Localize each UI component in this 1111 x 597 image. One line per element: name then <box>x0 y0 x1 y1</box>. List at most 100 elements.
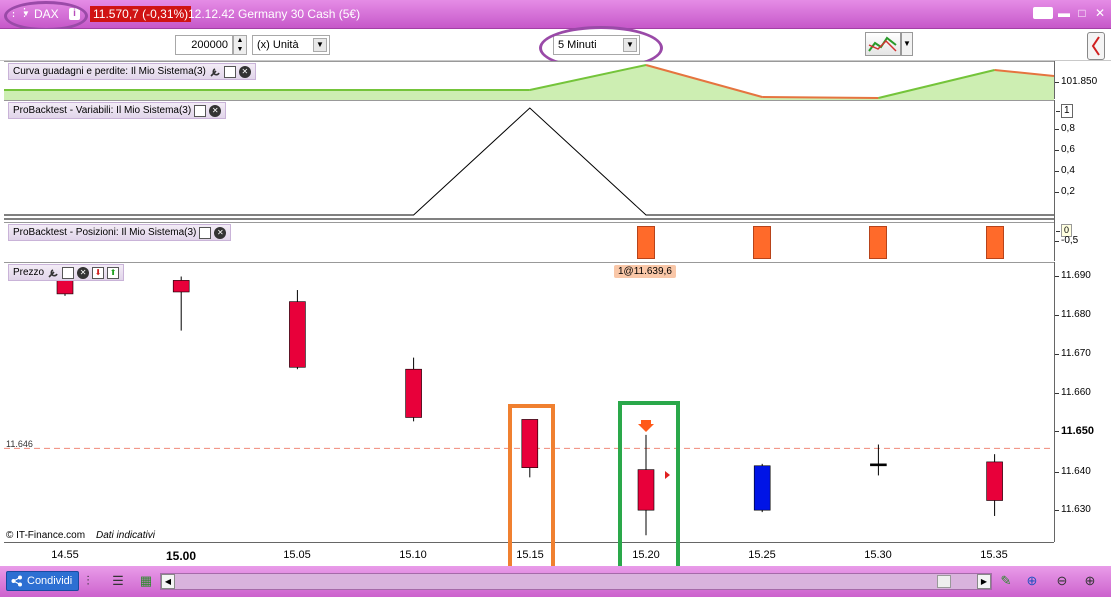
quantity-input[interactable]: 200000 <box>175 35 233 55</box>
quantity-stepper[interactable]: ▲ ▼ <box>233 35 247 55</box>
window-controls: ▬ □ ✕ <box>1033 6 1107 20</box>
indicators-button[interactable] <box>865 32 901 56</box>
candle-body <box>753 465 771 511</box>
close-icon[interactable]: ✕ <box>1093 6 1107 20</box>
share-icon <box>11 575 22 587</box>
buy-arrow-icon[interactable]: ⬆ <box>107 266 120 279</box>
candle-body <box>172 280 190 293</box>
disclaimer-text: Dati indicativi <box>96 530 155 541</box>
indicator-chart-icon <box>868 36 897 52</box>
axis-tick: 11.630 <box>1055 504 1091 515</box>
axis-tick: 0,8 <box>1055 123 1075 134</box>
unit-select-value: (x) Unità <box>257 39 299 51</box>
axis-tick: 11.660 <box>1055 387 1091 398</box>
position-bar <box>985 226 1004 259</box>
window-icon[interactable] <box>199 226 212 239</box>
window-icon[interactable] <box>62 266 75 279</box>
bottom-bar: Condividi ⫶ ☰ ▦ ◀ ▶ ✎ ⊕ ⊖ ⊕ <box>0 566 1111 597</box>
axis-tick: 101.850 <box>1054 76 1098 87</box>
axis-tick: 11.640 <box>1055 466 1091 477</box>
positions-panel-label: ProBacktest - Posizioni: Il Mio Sistema(… <box>8 224 232 241</box>
grid-icon[interactable]: ▦ <box>138 573 154 589</box>
zoom-fit-icon[interactable]: ⊕ <box>1024 573 1040 589</box>
side-panel-toggle[interactable] <box>1087 32 1105 60</box>
candle-body <box>870 463 887 467</box>
reference-level-label: 11.646 <box>6 439 33 449</box>
time-tick: 15.35 <box>980 549 1008 561</box>
time-tick: 15.00 <box>165 549 197 563</box>
indicators-dropdown[interactable]: ▼ <box>901 32 913 56</box>
axis-tick: 0,2 <box>1055 186 1075 197</box>
scroll-right-arrow[interactable]: ▶ <box>977 574 991 589</box>
list-icon[interactable]: ☰ <box>110 573 126 589</box>
position-bar <box>753 226 772 259</box>
position-bar <box>637 226 655 259</box>
axis-tick: 11.690 <box>1055 270 1091 281</box>
time-tick: 15.30 <box>864 549 892 561</box>
positions-panel: ProBacktest - Posizioni: Il Mio Sistema(… <box>4 222 1054 261</box>
axis-tick: 0,4 <box>1055 165 1075 176</box>
share-button[interactable]: Condividi <box>6 571 80 591</box>
variables-series-line <box>4 107 1054 216</box>
close-panel-icon[interactable]: ✕ <box>209 104 222 117</box>
price-panel-title: Prezzo <box>13 267 45 278</box>
maximize-icon[interactable]: □ <box>1075 6 1089 20</box>
time-tick: 15.25 <box>748 549 776 561</box>
share-button-label: Condividi <box>27 575 73 587</box>
time-tick: 14.55 <box>51 549 79 561</box>
axis-tick: 11.680 <box>1055 309 1091 320</box>
variables-axis: 1 0,8 0,6 0,4 0,2 <box>1054 100 1111 222</box>
highlight-box-orange <box>508 404 555 578</box>
horizontal-scrollbar[interactable]: ◀ ▶ <box>160 573 992 590</box>
wrench-icon[interactable] <box>47 267 59 279</box>
wrench-icon[interactable] <box>209 66 221 78</box>
candle-body <box>289 301 306 368</box>
variables-panel-title: ProBacktest - Variabili: Il Mio Sistema(… <box>13 105 192 116</box>
minimize-icon[interactable]: ▬ <box>1057 6 1071 20</box>
price-axis: 11.690 11.680 11.670 11.660 11.650 11.64… <box>1054 262 1111 542</box>
zoom-in-icon[interactable]: ⊕ <box>1082 573 1098 589</box>
price-badge: 11.570,7 (-0,31%) <box>90 6 192 22</box>
title-bar: ⋮⋮ ▼ DAX i 11.570,7 (-0,31%) 12.12.42 Ge… <box>0 0 1111 29</box>
equity-panel: Curva guadagni e perdite: Il Mio Sistema… <box>4 61 1054 100</box>
sell-arrow-icon[interactable]: ⬇ <box>92 266 105 279</box>
positions-axis: 0 -0,5 <box>1054 222 1111 261</box>
scroll-left-arrow[interactable]: ◀ <box>161 574 175 589</box>
variables-panel-label: ProBacktest - Variabili: Il Mio Sistema(… <box>8 102 227 119</box>
candle-body <box>986 461 1003 501</box>
copyright-text: © IT-Finance.com <box>6 530 86 541</box>
close-panel-icon[interactable]: ✕ <box>238 65 251 78</box>
price-panel-label: Prezzo ✕ ⬇ ⬆ <box>8 264 125 281</box>
close-panel-icon[interactable]: ✕ <box>214 226 227 239</box>
axis-tick: 0,6 <box>1055 144 1075 155</box>
scroll-thumb[interactable] <box>937 575 951 588</box>
equity-segment <box>762 96 879 99</box>
instrument-description: 12.12.42 Germany 30 Cash (5€) <box>188 7 361 21</box>
draw-tool-icon[interactable]: ✎ <box>998 573 1014 589</box>
variables-line <box>4 107 1054 220</box>
zoom-out-icon[interactable]: ⊖ <box>1054 573 1070 589</box>
close-panel-icon[interactable]: ✕ <box>77 266 90 279</box>
axis-tick: 1 <box>1056 104 1073 118</box>
axis-tick: 11.670 <box>1055 348 1091 359</box>
equity-panel-label: Curva guadagni e perdite: Il Mio Sistema… <box>8 63 256 80</box>
keyboard-icon[interactable] <box>1033 7 1053 19</box>
candles-icon[interactable]: ⫶ <box>80 573 96 589</box>
chevron-down-icon[interactable]: ▼ <box>313 38 327 52</box>
unit-select[interactable]: (x) Unità ▼ <box>252 35 330 55</box>
positions-panel-title: ProBacktest - Posizioni: Il Mio Sistema(… <box>13 227 197 238</box>
window-icon[interactable] <box>194 104 207 117</box>
axis-tick: -0,5 <box>1054 235 1079 246</box>
highlight-box-green <box>618 401 680 575</box>
candle-body <box>405 368 422 418</box>
side-panel-icon <box>1091 36 1100 56</box>
trade-tag: 1@11.639,6 <box>614 265 676 278</box>
window-icon[interactable] <box>223 65 236 78</box>
highlight-oval-symbol <box>4 1 88 31</box>
position-bar <box>869 226 888 259</box>
time-tick: 15.10 <box>399 549 427 561</box>
time-tick: 15.05 <box>283 549 311 561</box>
variables-panel: ProBacktest - Variabili: Il Mio Sistema(… <box>4 100 1054 222</box>
axis-tick: 11.650 <box>1054 425 1095 437</box>
equity-panel-title: Curva guadagni e perdite: Il Mio Sistema… <box>13 66 206 77</box>
